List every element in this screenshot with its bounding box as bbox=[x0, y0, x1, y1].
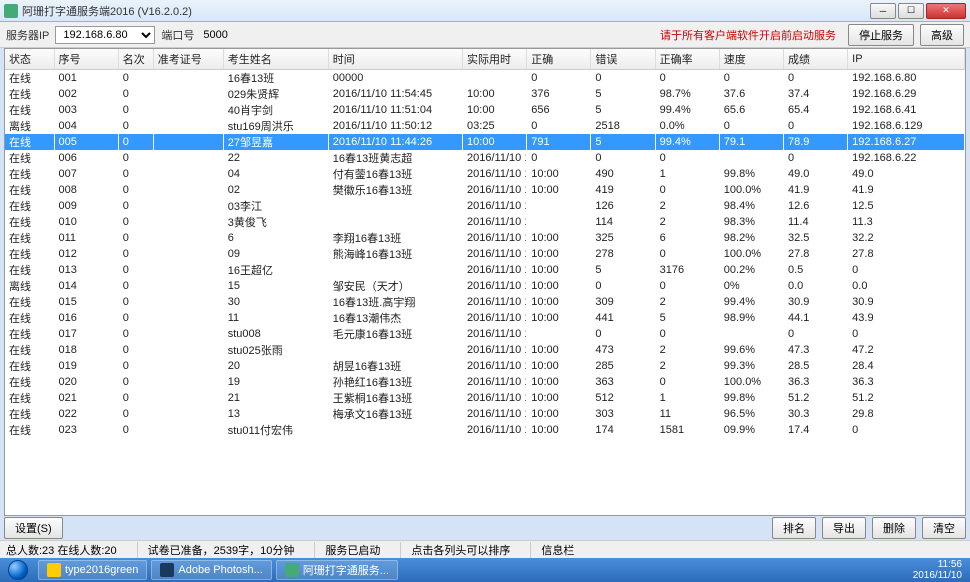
table-row[interactable]: 在线012009熊海峰16春13班2016/11/10 11:38:0710:0… bbox=[5, 246, 965, 262]
status-counts: 总人数:23 在线人数:20 bbox=[6, 542, 117, 558]
table-row[interactable]: 在线01503016春13班.高宇翔2016/11/10 11:43:0110:… bbox=[5, 294, 965, 310]
table-row[interactable]: 在线01106李翔16春13班2016/11/10 11:50:4710:003… bbox=[5, 230, 965, 246]
start-button[interactable] bbox=[0, 558, 36, 582]
table-row[interactable]: 在线0170stu008毛元康16春13班2016/11/10 11:24:10… bbox=[5, 326, 965, 342]
table-row[interactable]: 在线01601116春13潮伟杰2016/11/10 11:46:5910:00… bbox=[5, 310, 965, 326]
settings-button[interactable]: 设置(S) bbox=[4, 517, 63, 539]
app-icon bbox=[160, 563, 174, 577]
table-row[interactable]: 在线001016春13班0000000000192.168.6.80 bbox=[5, 70, 965, 87]
window-title: 阿珊打字通服务端2016 (V16.2.0.2) bbox=[22, 3, 870, 19]
stop-service-button[interactable]: 停止服务 bbox=[848, 24, 914, 46]
delete-button[interactable]: 删除 bbox=[872, 517, 916, 539]
export-button[interactable]: 导出 bbox=[822, 517, 866, 539]
server-ip-select[interactable]: 192.168.6.80 bbox=[55, 26, 155, 44]
status-info-label: 信息栏 bbox=[530, 542, 574, 558]
column-header[interactable]: 时间 bbox=[328, 49, 462, 70]
table-row[interactable]: 在线0020029朱贤辉2016/11/10 11:54:4510:003765… bbox=[5, 86, 965, 102]
table-row[interactable]: 在线019020胡昱16春13班2016/11/10 11:32:5610:00… bbox=[5, 358, 965, 374]
server-ip-label: 服务器IP bbox=[6, 27, 49, 43]
table-row[interactable]: 在线013016王超亿2016/11/10 11:50:2210:0053176… bbox=[5, 262, 965, 278]
column-header[interactable]: 正确 bbox=[527, 49, 591, 70]
column-header[interactable]: 准考证号 bbox=[153, 49, 223, 70]
rank-button[interactable]: 排名 bbox=[772, 517, 816, 539]
bottom-toolbar: 设置(S) 排名 导出 删除 清空 bbox=[4, 516, 966, 540]
app-icon bbox=[47, 563, 61, 577]
column-header[interactable]: 正确率 bbox=[655, 49, 719, 70]
column-header[interactable]: 实际用时 bbox=[463, 49, 527, 70]
taskbar-item[interactable]: Adobe Photosh... bbox=[151, 560, 271, 580]
table-row[interactable]: 在线01003黄俊飞2016/11/10 11:48:59114298.3%11… bbox=[5, 214, 965, 230]
close-button[interactable]: ✕ bbox=[926, 3, 966, 19]
app-icon bbox=[4, 4, 18, 18]
table-row[interactable]: 在线00602216春13班黄志超2016/11/10 11:31:190000… bbox=[5, 150, 965, 166]
titlebar: 阿珊打字通服务端2016 (V16.2.0.2) ─ ☐ ✕ bbox=[0, 0, 970, 22]
column-header[interactable]: 序号 bbox=[54, 49, 118, 70]
column-header[interactable]: 名次 bbox=[118, 49, 153, 70]
taskbar-item[interactable]: 阿珊打字通服务... bbox=[276, 560, 398, 580]
column-header[interactable]: 考生姓名 bbox=[223, 49, 328, 70]
port-input[interactable] bbox=[200, 28, 240, 42]
column-header[interactable]: 成绩 bbox=[783, 49, 847, 70]
table-row[interactable]: 离线0040stu169周洪乐2016/11/10 11:50:1203:250… bbox=[5, 118, 965, 134]
status-service: 服务已启动 bbox=[314, 542, 380, 558]
table-row[interactable]: 在线007004付有蓥16春13班2016/11/10 11:42:0410:0… bbox=[5, 166, 965, 182]
toolbar: 服务器IP 192.168.6.80 端口号 请于所有客户端软件开启前启动服务 … bbox=[0, 22, 970, 48]
table-row[interactable]: 在线021021王紫桐16春13班2016/11/10 11:46:3310:0… bbox=[5, 390, 965, 406]
taskbar-item[interactable]: type2016green bbox=[38, 560, 147, 580]
table-row[interactable]: 在线0230stu011付宏伟2016/11/10 10:40:2410:001… bbox=[5, 422, 965, 438]
clear-button[interactable]: 清空 bbox=[922, 517, 966, 539]
port-label: 端口号 bbox=[161, 27, 194, 43]
column-header[interactable]: IP bbox=[848, 49, 965, 70]
app-icon bbox=[285, 563, 299, 577]
advanced-button[interactable]: 高级 bbox=[920, 24, 964, 46]
column-header[interactable]: 速度 bbox=[719, 49, 783, 70]
table-row[interactable]: 在线022013梅承文16春13班2016/11/10 11:44:0810:0… bbox=[5, 406, 965, 422]
column-header[interactable]: 错误 bbox=[591, 49, 655, 70]
windows-orb-icon bbox=[8, 560, 28, 580]
status-prep: 试卷已准备，2539字，10分钟 bbox=[137, 542, 295, 558]
table-row[interactable]: 在线003040肖宇剑2016/11/10 11:51:0410:0065659… bbox=[5, 102, 965, 118]
data-grid[interactable]: 状态序号名次准考证号考生姓名时间实际用时正确错误正确率速度成绩IP 在线0010… bbox=[4, 48, 966, 516]
column-headers[interactable]: 状态序号名次准考证号考生姓名时间实际用时正确错误正确率速度成绩IP bbox=[5, 49, 965, 70]
taskbar: type2016greenAdobe Photosh...阿珊打字通服务... … bbox=[0, 558, 970, 582]
table-row[interactable]: 在线009003李江2016/11/10 11:38:57126298.4%12… bbox=[5, 198, 965, 214]
column-header[interactable]: 状态 bbox=[5, 49, 54, 70]
notice-text: 请于所有客户端软件开启前启动服务 bbox=[660, 27, 836, 43]
table-row[interactable]: 在线005027邹昱嘉2016/11/10 11:44:2610:0079159… bbox=[5, 134, 965, 150]
status-bar: 总人数:23 在线人数:20 试卷已准备，2539字，10分钟 服务已启动 点击… bbox=[0, 540, 970, 558]
system-clock[interactable]: 11:56 2016/11/10 bbox=[905, 559, 970, 581]
maximize-button[interactable]: ☐ bbox=[898, 3, 924, 19]
table-row[interactable]: 在线008002樊徽乐16春13班2016/11/10 11:41:0810:0… bbox=[5, 182, 965, 198]
status-sort-hint: 点击各列头可以排序 bbox=[400, 542, 510, 558]
table-row[interactable]: 离线014015邹安民（天才）2016/11/10 11:38:4910:000… bbox=[5, 278, 965, 294]
table-row[interactable]: 在线020019孙艳红16春13班2016/11/10 11:46:3510:0… bbox=[5, 374, 965, 390]
window-controls: ─ ☐ ✕ bbox=[870, 3, 966, 19]
minimize-button[interactable]: ─ bbox=[870, 3, 896, 19]
table-row[interactable]: 在线0180stu025张雨2016/11/10 11:33:5610:0047… bbox=[5, 342, 965, 358]
